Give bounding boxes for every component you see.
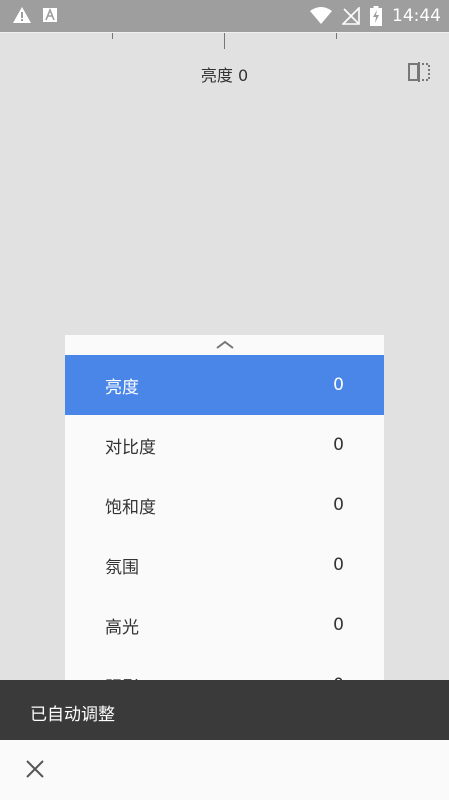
adjust-item-label: 高光 <box>105 617 139 638</box>
page-title: 亮度 0 <box>200 66 249 85</box>
brightness-ruler[interactable] <box>0 32 449 51</box>
adjust-item-highlights[interactable]: 高光 0 <box>65 595 384 655</box>
adjust-item-brightness[interactable]: 亮度 0 <box>65 355 384 415</box>
close-icon[interactable] <box>24 758 46 780</box>
adjust-item-value: 0 <box>333 435 344 455</box>
a-icon <box>42 7 58 23</box>
compare-icon[interactable] <box>407 60 431 84</box>
ruler-center-tick <box>224 33 225 49</box>
bottom-bar <box>0 740 449 800</box>
adjust-item-value: 0 <box>333 615 344 635</box>
adjust-item-label: 饱和度 <box>105 497 156 518</box>
signal-icon <box>342 7 360 25</box>
status-time: 14:44 <box>392 6 441 26</box>
adjust-item-label: 对比度 <box>105 437 156 458</box>
status-bar: 14:44 <box>0 0 449 32</box>
ruler-tick <box>336 33 337 39</box>
adjust-item-value: 0 <box>333 375 344 395</box>
wifi-icon <box>310 7 332 25</box>
adjust-item-value: 0 <box>333 495 344 515</box>
adjust-item-ambiance[interactable]: 氛围 0 <box>65 535 384 595</box>
adjust-item-saturation[interactable]: 饱和度 0 <box>65 475 384 535</box>
adjust-item-label: 亮度 <box>105 377 139 398</box>
adjust-item-value: 0 <box>333 555 344 575</box>
battery-charging-icon <box>370 6 382 26</box>
adjust-item-contrast[interactable]: 对比度 0 <box>65 415 384 475</box>
ruler-tick <box>112 33 113 39</box>
toast-snackbar: 已自动调整 <box>0 680 449 740</box>
chevron-up-icon[interactable] <box>65 335 384 355</box>
adjust-item-label: 氛围 <box>105 557 139 578</box>
warning-icon <box>12 6 32 24</box>
toast-text: 已自动调整 <box>30 705 115 725</box>
